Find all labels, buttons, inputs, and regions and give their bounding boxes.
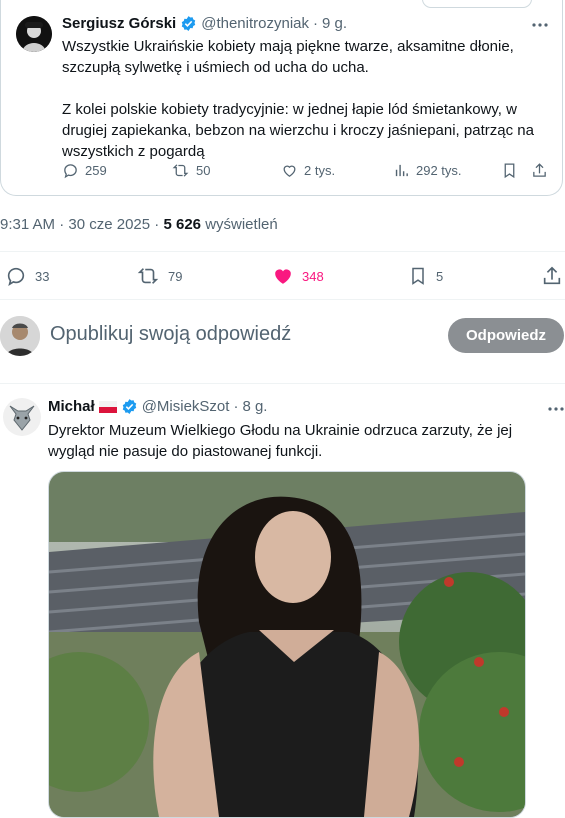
reply-action[interactable]: 33: [5, 265, 49, 287]
tweet-time[interactable]: 9:31 AM: [0, 216, 55, 233]
repost-count: 79: [168, 268, 183, 284]
reply-author-avatar[interactable]: [3, 398, 41, 436]
bookmark-icon: [412, 267, 424, 285]
text-line: szczupłą sylwetkę i uśmiech od ucha do u…: [62, 59, 369, 76]
quoted-tweet-text: Wszystkie Ukraińskie kobiety mają piękne…: [62, 36, 552, 162]
share-icon[interactable]: [541, 265, 563, 287]
divider: [0, 251, 565, 252]
reply-more-options-icon[interactable]: [547, 400, 565, 418]
bookmark-action[interactable]: 5: [408, 265, 443, 287]
verified-badge-icon: [122, 399, 136, 414]
reply-icon: [7, 267, 25, 287]
heart-icon: [283, 165, 296, 177]
reply-author-name[interactable]: Michał: [48, 398, 95, 415]
reply-author-handle[interactable]: @MisiekSzot: [142, 398, 230, 415]
text-line: Wszystkie Ukraińskie kobiety mają piękne…: [62, 38, 514, 55]
views-icon: [395, 164, 408, 177]
views-count: 5 626: [163, 216, 202, 233]
quoted-view-count[interactable]: 292 tys.: [393, 162, 462, 179]
quoted-author-name[interactable]: Sergiusz Górski: [62, 15, 176, 32]
quoted-reply-count[interactable]: 259: [62, 162, 107, 179]
reply-tweet-text: Dyrektor Muzeum Wielkiego Głodu na Ukrai…: [48, 420, 548, 462]
heart-filled-icon: [275, 269, 291, 284]
verified-badge-icon: [181, 16, 196, 31]
reply-button[interactable]: Odpowiedz: [448, 318, 564, 353]
views-label: wyświetleń: [205, 216, 278, 233]
reply-icon: [64, 164, 77, 179]
quoted-tweet-card[interactable]: Sergiusz Górski @thenitrozyniak · 9 g. W…: [0, 0, 563, 196]
reply-input[interactable]: Opublikuj swoją odpowiedź: [50, 323, 291, 346]
poland-flag-icon: [98, 400, 117, 413]
repost-icon: [172, 164, 189, 177]
bookmark-count: 5: [436, 268, 444, 284]
separator-dot: ·: [313, 15, 318, 32]
reply-media-photo[interactable]: [48, 471, 526, 818]
quoted-time[interactable]: 9 g.: [322, 15, 347, 32]
like-count: 348: [302, 268, 324, 284]
text-line: drugiej zapiekanka, bebzon na wierzchu i…: [62, 122, 534, 139]
divider: [0, 383, 565, 384]
like-action[interactable]: 348: [272, 265, 324, 287]
text-line: Z kolei polskie kobiety tradycyjnie: w j…: [62, 101, 517, 118]
quoted-author-handle[interactable]: @thenitrozyniak: [201, 15, 309, 32]
user-avatar[interactable]: [0, 316, 40, 356]
quoted-author-avatar[interactable]: [16, 16, 52, 52]
tweet-date[interactable]: 30 cze 2025: [68, 216, 150, 233]
text-line: wygląd nie pasuje do piastowanej funkcji…: [48, 443, 323, 460]
text-line: Dyrektor Muzeum Wielkiego Głodu na Ukrai…: [48, 422, 513, 439]
quoted-bookmark-icon[interactable]: [501, 162, 518, 179]
repost-icon: [137, 268, 159, 284]
tweet-meta: 9:31 AM · 30 cze 2025 · 5 626 wyświetleń: [0, 216, 278, 233]
quoted-share-icon[interactable]: [531, 162, 548, 179]
repost-action[interactable]: 79: [136, 265, 182, 287]
text-line: wszystkich z pogardą: [62, 143, 205, 160]
more-options-icon[interactable]: [531, 16, 549, 34]
reply-time[interactable]: 8 g.: [242, 398, 267, 415]
quoted-like-count[interactable]: 2 tys.: [281, 162, 335, 179]
quoted-repost-count[interactable]: 50: [171, 162, 210, 179]
reply-count: 33: [35, 268, 50, 284]
divider: [0, 299, 565, 300]
